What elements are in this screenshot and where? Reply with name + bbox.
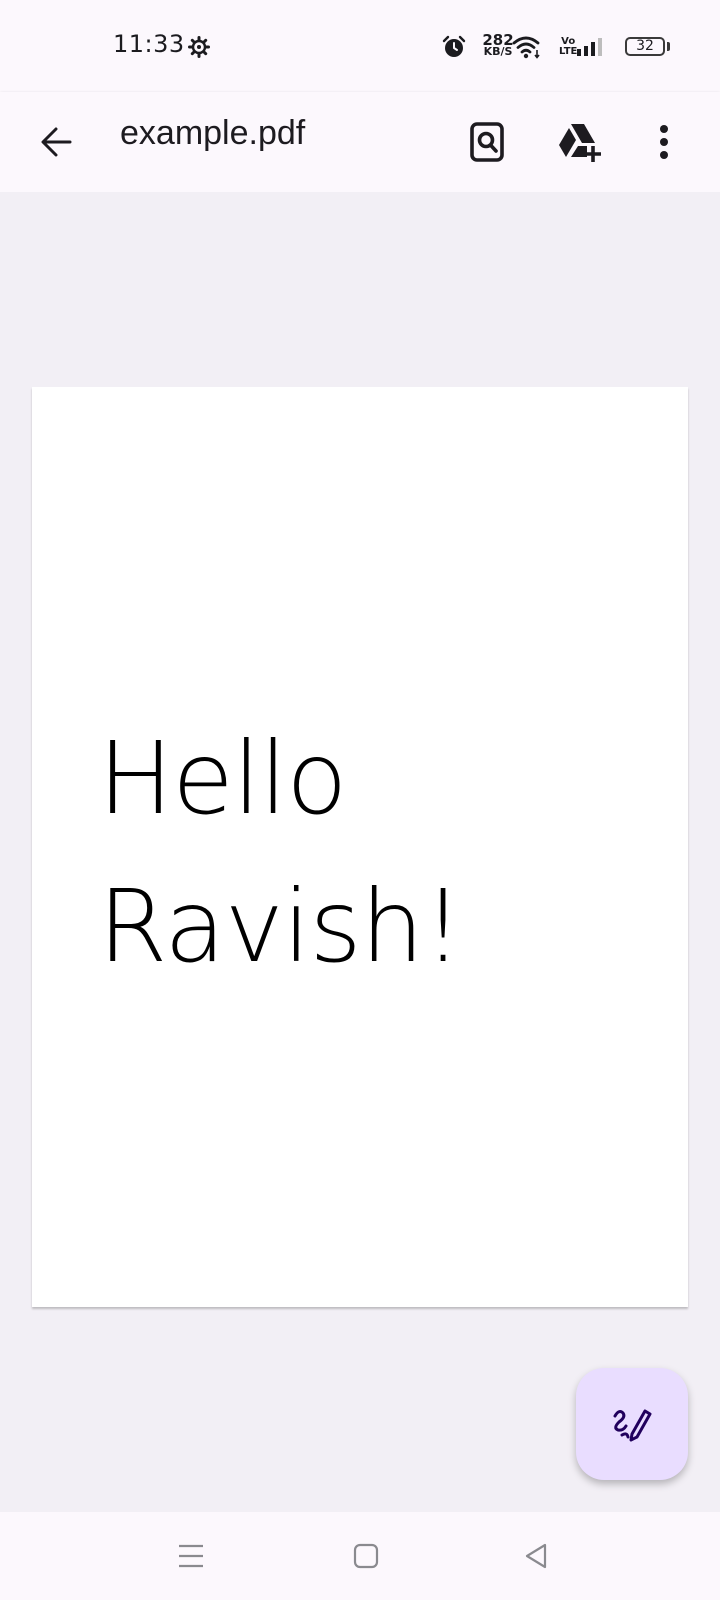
battery-icon: 32: [625, 37, 665, 56]
more-options-button[interactable]: [636, 114, 692, 170]
pdf-page-content: Hello Ravish!: [98, 705, 463, 1001]
pdf-text-line: Hello: [98, 720, 347, 837]
pdf-text-line: Ravish!: [98, 868, 463, 985]
file-title: example.pdf: [120, 114, 306, 152]
drive-add-icon: [559, 124, 601, 162]
network-speed-unit: KB/S: [483, 45, 513, 58]
status-time: 11:33: [113, 30, 185, 58]
back-button[interactable]: [28, 114, 84, 170]
back-triangle-icon: [525, 1543, 547, 1569]
settings-gear-icon: [188, 36, 210, 58]
wifi-icon: [512, 36, 540, 59]
edit-annotate-button[interactable]: [576, 1368, 688, 1480]
arrow-back-icon: [41, 127, 72, 157]
alarm-icon: [442, 35, 466, 57]
back-nav-button[interactable]: [507, 1526, 567, 1586]
pdf-viewer[interactable]: Hello Ravish!: [0, 192, 720, 1512]
save-to-drive-button[interactable]: [552, 114, 608, 170]
recents-button[interactable]: [161, 1526, 221, 1586]
pdf-page[interactable]: Hello Ravish!: [32, 387, 688, 1307]
document-search-icon: [470, 122, 504, 162]
network-speed: 282 KB/S: [480, 33, 516, 58]
system-navigation-bar: [0, 1512, 720, 1600]
status-bar: 11:33 282 KB/S Vo LTE 32: [0, 0, 720, 92]
volte-bottom: LTE: [559, 46, 578, 57]
battery-tip: [667, 42, 670, 51]
edit-annotate-icon: [613, 1409, 652, 1442]
more-vert-icon: [660, 125, 668, 159]
signal-icon: [577, 38, 602, 56]
volte-indicator: Vo LTE: [559, 37, 577, 57]
menu-lines-icon: [179, 1544, 203, 1568]
home-button[interactable]: [336, 1526, 396, 1586]
home-square-icon: [353, 1543, 379, 1569]
app-bar: example.pdf: [0, 92, 720, 192]
search-in-document-button[interactable]: [459, 114, 515, 170]
